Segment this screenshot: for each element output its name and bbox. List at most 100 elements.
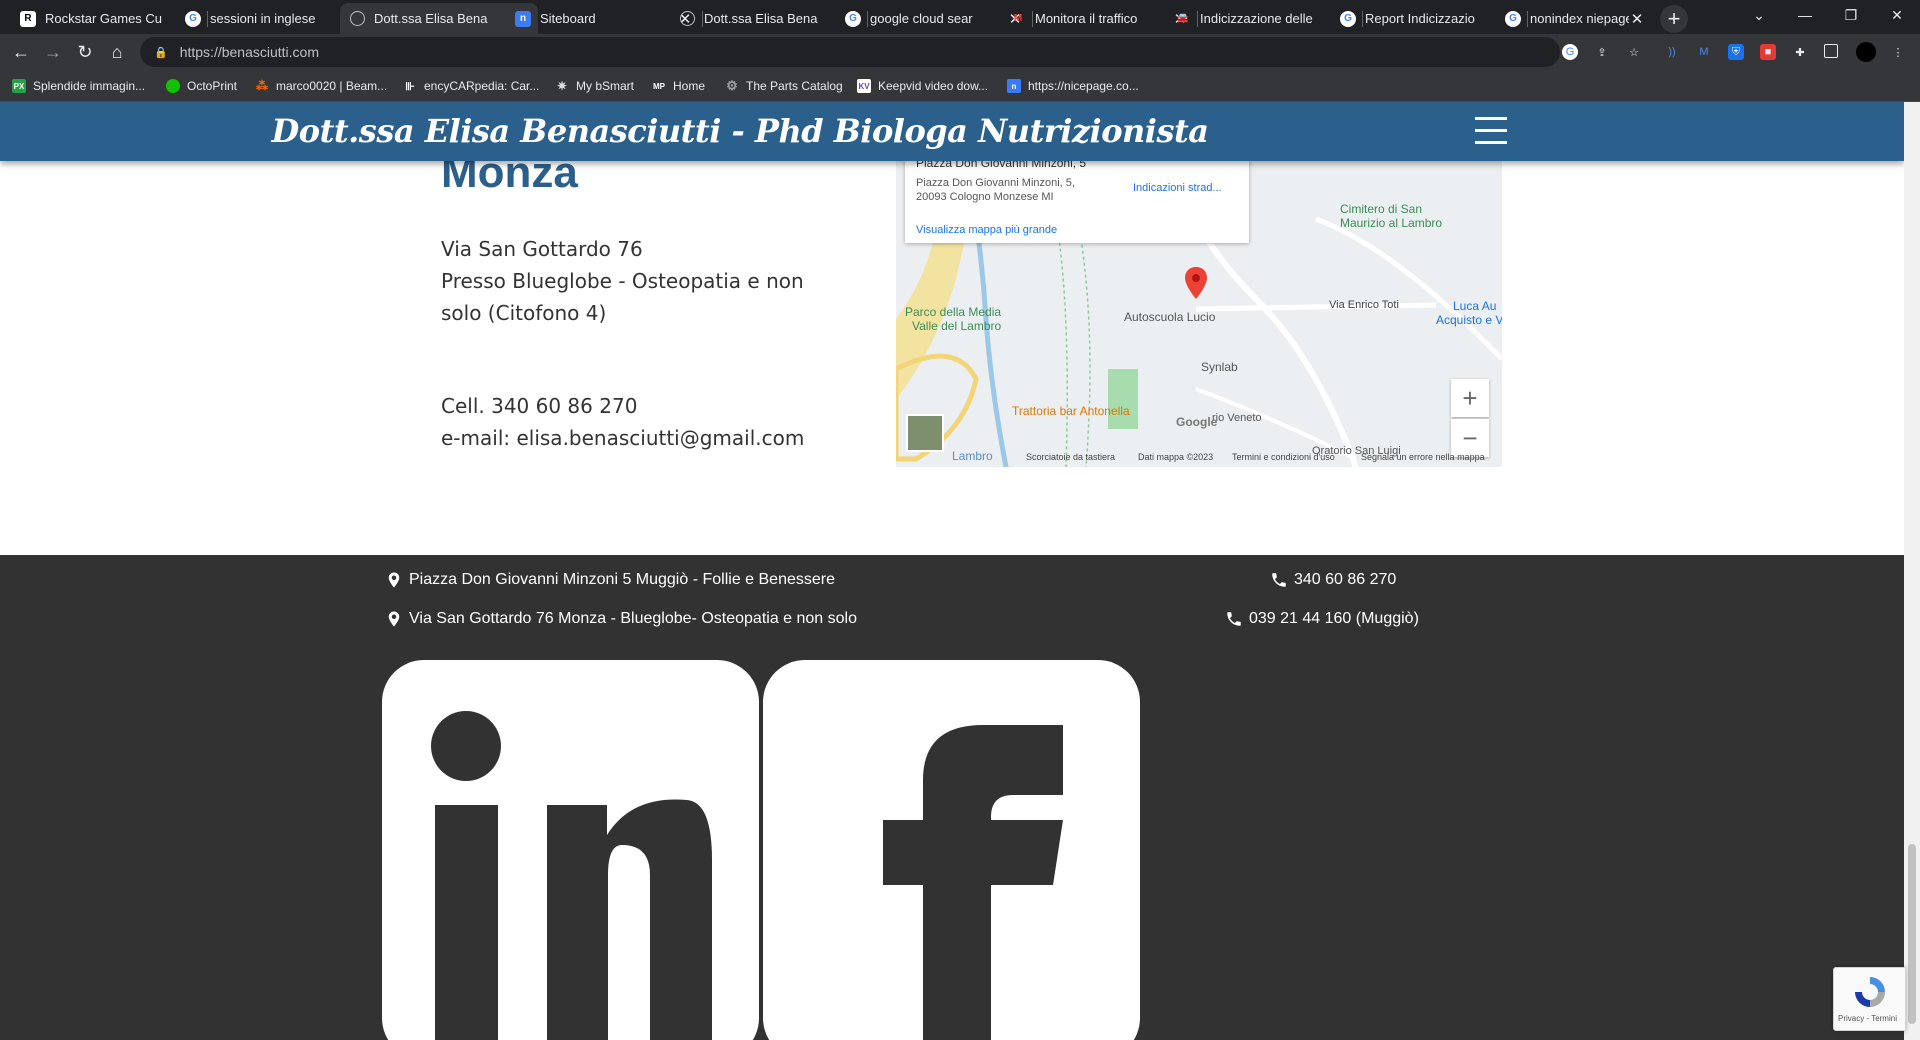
share-icon[interactable]: ⇪ [1594,44,1610,60]
map-card-address-2: 20093 Cologno Monzese MI [916,191,1054,203]
recaptcha-privacy-text[interactable]: Privacy - Termini [1838,1014,1897,1023]
minimize-icon[interactable]: — [1782,0,1828,30]
email-text: e-mail: elisa.benasciutti@gmail.com [441,426,805,450]
encycarpedia-icon: ⊪ [405,80,415,93]
bookmark-item[interactable]: ⊪ encyCARpedia: Car... [403,77,539,95]
google-map[interactable]: Piazza Don Giovanni Minzoni, 5 Piazza Do… [896,159,1502,467]
site-header: Dott.ssa Elisa Benasciutti - Phd Biologa… [0,102,1904,161]
facebook-button[interactable] [763,660,1140,1040]
nicepage-favicon-icon: n [515,10,531,27]
map-label-lambro: Lambro [952,449,993,463]
google-favicon-icon: G [185,10,201,27]
address-bar[interactable]: 🔒 https://benasciutti.com [140,37,1560,67]
google-logo: Google [1176,415,1218,429]
map-label-trattoria: Trattoria bar Antonella [1012,404,1130,418]
google-favicon-icon: G [1340,10,1356,27]
bsmart-icon: ✷ [556,79,568,93]
site-title[interactable]: Dott.ssa Elisa Benasciutti - Phd Biologa… [0,112,1480,150]
satellite-toggle[interactable] [906,414,944,452]
lock-icon: 🔒 [154,46,168,59]
bookmark-item[interactable]: MP Home [652,77,705,95]
extension-lock-icon[interactable]: ■ [1760,44,1776,60]
address-line-2: Presso Blueglobe - Osteopatia e non [441,269,804,293]
page-scrollbar[interactable] [1904,102,1920,1040]
google-lens-icon[interactable]: G [1562,44,1578,60]
bookmark-item[interactable]: ⁂ marco0020 | Beam... [255,77,387,95]
linkedin-icon [431,711,712,1040]
url-text: https://benasciutti.com [179,44,319,60]
car-favicon-icon: 🚘 [1176,13,1190,24]
map-terms-link[interactable]: Termini e condizioni d'uso [1232,452,1335,462]
nicepage-icon: n [1007,79,1021,93]
globe-favicon-icon [350,11,365,26]
bookmark-star-icon[interactable]: ☆ [1626,44,1642,60]
footer-phone-2[interactable]: 039 21 44 160 (Muggiò) [1225,610,1419,628]
back-icon[interactable]: ← [10,41,32,63]
map-report-link[interactable]: Segnala un errore nella mappa [1361,452,1485,462]
profile-avatar[interactable] [1856,42,1876,62]
address-line-1: Via San Gottardo 76 [441,237,643,261]
bookmark-item[interactable]: n https://nicepage.co... [1007,77,1139,95]
linkedin-button[interactable] [382,660,759,1040]
mp-icon: MP [653,81,665,91]
address-line-3: solo (Citofono 4) [441,301,607,325]
recaptcha-badge[interactable]: Privacy - Termini [1833,967,1906,1031]
browser-toolbar: ← → ↻ ⌂ 🔒 https://benasciutti.com G ⇪ ☆ … [0,34,1920,70]
map-label-cimitero: Cimitero di San [1340,202,1423,216]
bookmarks-bar: PX Splendide immagin... OctoPrint ⁂ marco0… [0,70,1920,102]
extension-m-icon[interactable]: M [1696,44,1712,60]
map-data-text: Dati mappa ©2023 [1138,452,1214,462]
bookmark-item[interactable]: ⚙ The Parts Catalog [725,77,843,95]
tab-strip: R Rockstar Games Cu ✕ G sessioni in ingl… [0,0,1920,34]
map-label-parco: Parco della Media [905,305,1002,319]
globe-favicon-icon [680,11,695,26]
facebook-icon [883,725,1063,1040]
close-tab-icon[interactable]: ✕ [1629,10,1645,28]
location-pin-icon [388,611,400,627]
new-tab-button[interactable]: + [1660,5,1688,33]
map-card-address-1: Piazza Don Giovanni Minzoni, 5, [916,177,1075,189]
restore-icon[interactable]: ❐ [1828,0,1874,30]
phone-icon [1272,573,1286,587]
phone-icon [1227,612,1241,626]
keepvid-icon: KV [857,79,871,93]
extensions-puzzle-icon[interactable]: ✚ [1792,44,1808,60]
scrollbar-thumb[interactable] [1908,844,1916,1024]
tab-search-icon[interactable]: ⌄ [1736,0,1782,30]
bookmark-item[interactable]: PX Splendide immagin... [12,77,145,95]
map-pin-icon[interactable] [1184,266,1208,300]
close-window-icon[interactable]: ✕ [1874,0,1920,30]
gmail-favicon-icon: M [1013,13,1023,24]
bookmark-item[interactable]: OctoPrint [166,77,237,95]
reload-icon[interactable]: ↻ [74,41,96,63]
map-label-autoscuola: Autoscuola Lucio [1124,310,1216,324]
recaptcha-icon [1855,977,1885,1007]
map-larger-link[interactable]: Visualizza mappa più grande [916,224,1057,236]
map-label-veneto: rio Veneto [1212,412,1262,424]
map-info-card: Piazza Don Giovanni Minzoni, 5 Piazza Do… [905,159,1249,243]
home-icon[interactable]: ⌂ [106,41,128,63]
browser-tab[interactable]: G nonindex niepage ✕ [1495,3,1655,34]
location-pin-icon [388,572,400,588]
500px-icon: PX [12,79,26,93]
map-label-luca: Luca Au [1453,299,1497,313]
map-directions-link[interactable]: Indicazioni strad... [1133,182,1222,194]
extension-audio-icon[interactable]: )) [1664,44,1680,60]
page-viewport: Dott.ssa Elisa Benasciutti - Phd Biologa… [0,102,1904,1040]
menu-kebab-icon[interactable]: ⋮ [1890,44,1906,60]
map-label-luca-2: Acquisto e Vend [1436,313,1502,327]
map-label-parco-2: Valle del Lambro [912,319,1002,333]
extension-shield-icon[interactable]: ⛨ [1728,44,1744,60]
forward-icon[interactable]: → [42,41,64,63]
side-panel-icon[interactable] [1824,44,1838,58]
footer-address-2: Via San Gottardo 76 Monza - Blueglobe- O… [385,610,857,628]
map-zoom-in-button[interactable]: + [1451,379,1489,417]
bookmark-item[interactable]: ✷ My bSmart [555,77,634,95]
google-favicon-icon: G [845,10,861,27]
map-shortcuts-link[interactable]: Scorciatoie da tastiera [1026,452,1115,462]
bookmark-item[interactable]: KV Keepvid video dow... [857,77,988,95]
rockstar-favicon-icon: R [20,10,36,27]
hamburger-menu-icon[interactable] [1475,117,1507,145]
phone-text: Cell. 340 60 86 270 [441,394,638,418]
footer-phone-1[interactable]: 340 60 86 270 [1270,571,1396,589]
